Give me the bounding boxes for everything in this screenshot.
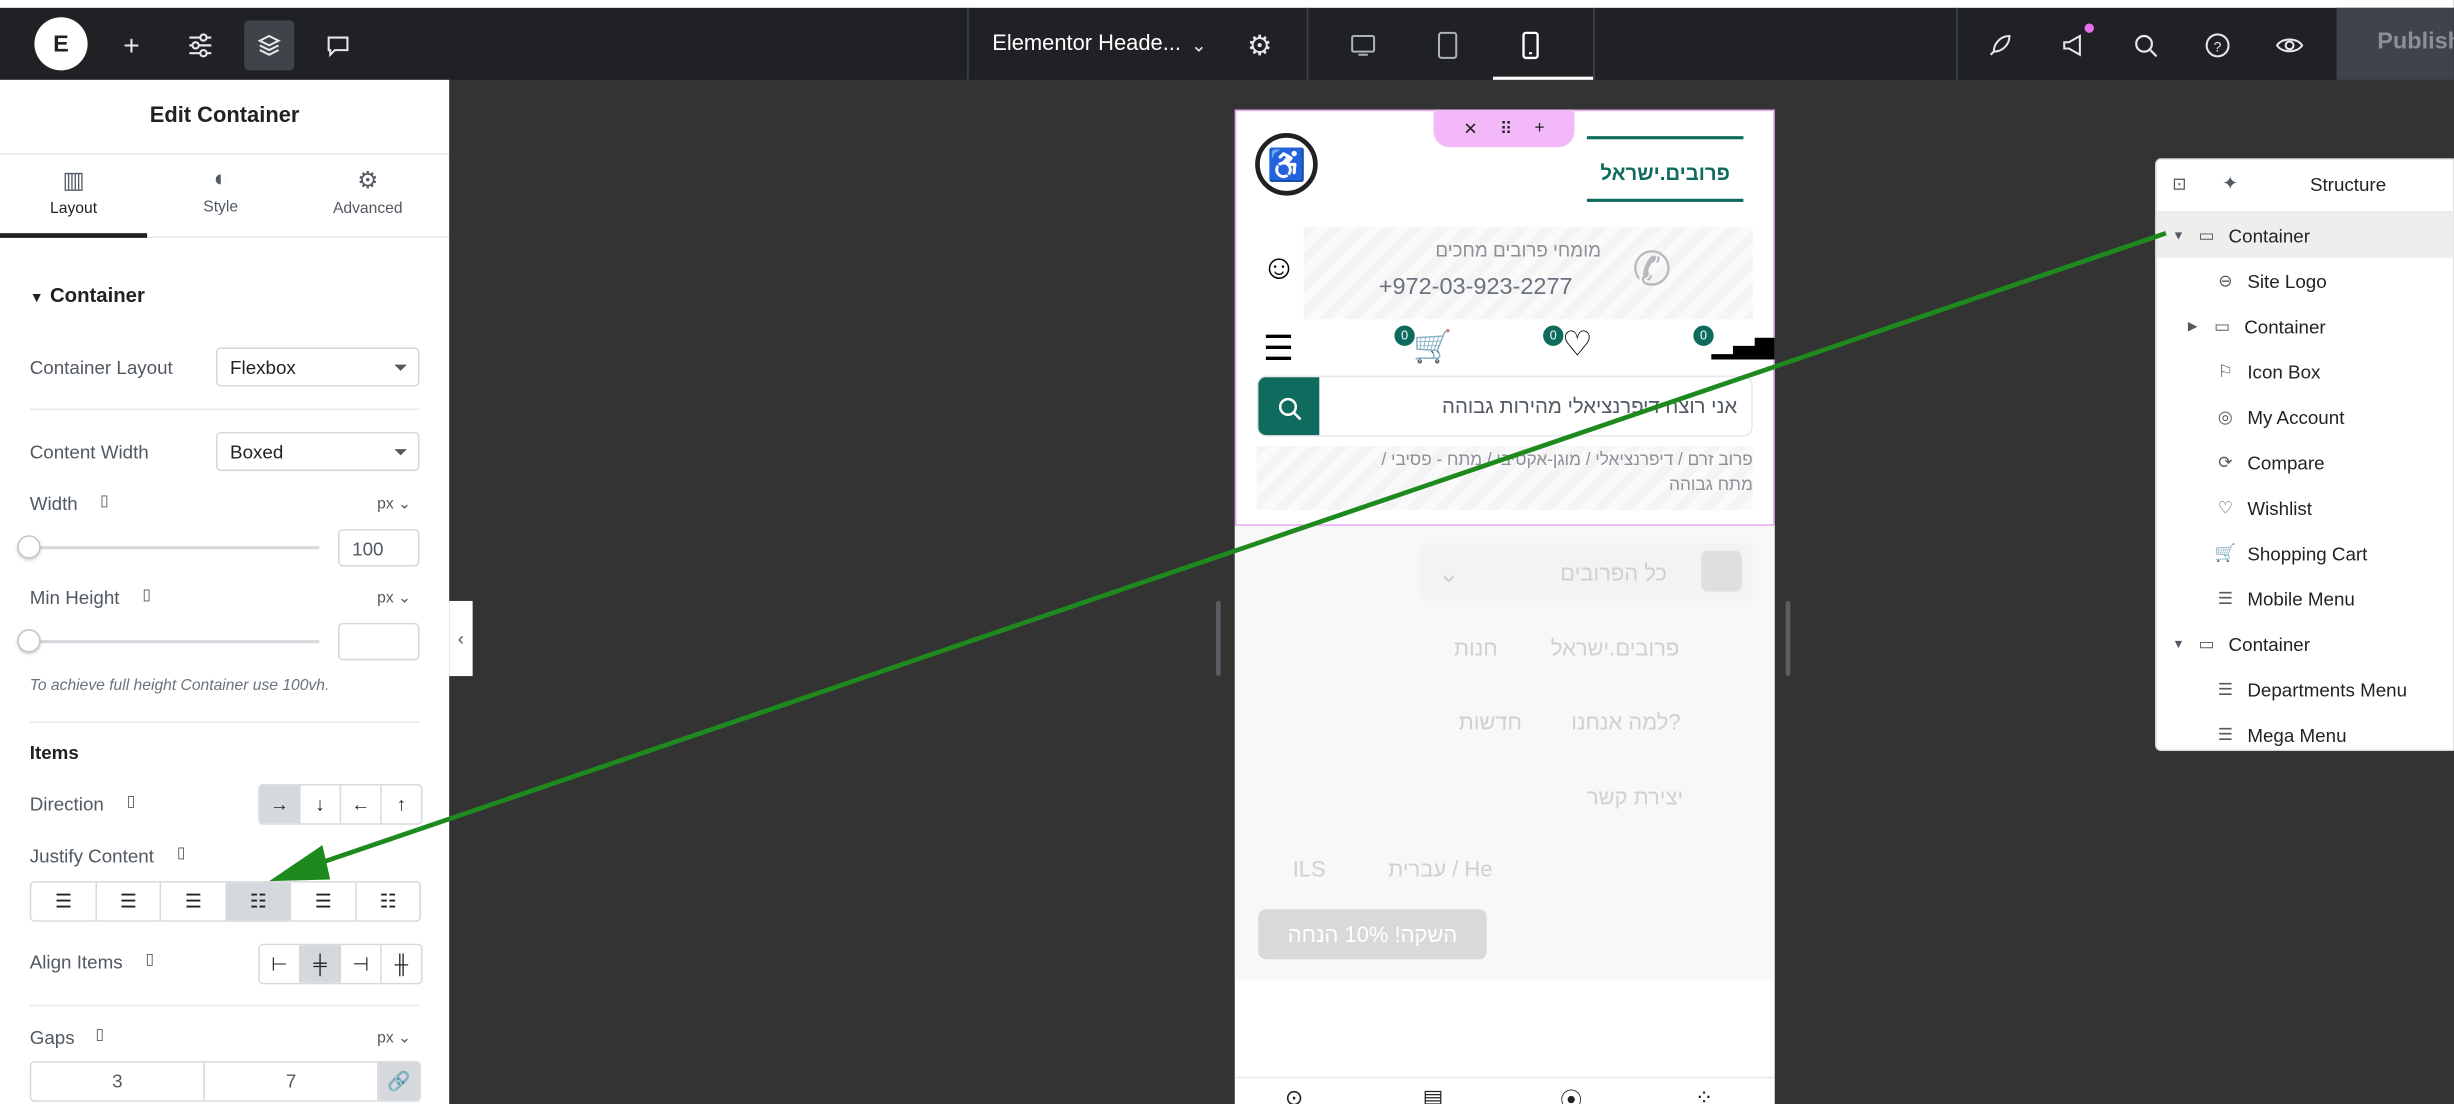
- annotation-arrow: [269, 230, 2167, 882]
